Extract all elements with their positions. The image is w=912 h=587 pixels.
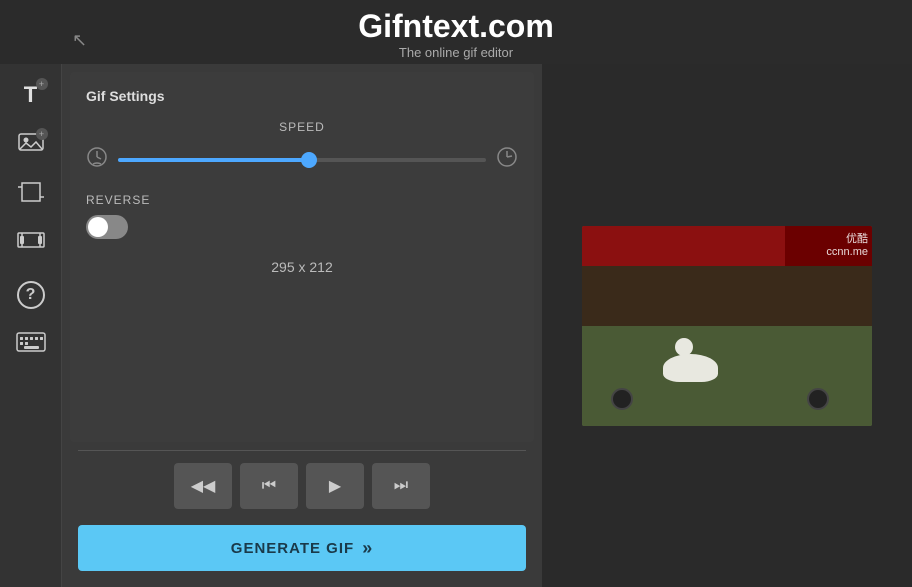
add-badge: + (36, 78, 48, 90)
text-icon: T (24, 82, 37, 108)
sidebar-item-trim[interactable] (8, 222, 54, 268)
center-panel: Gif Settings SPEED (62, 64, 542, 587)
site-title: Gifntext.com (0, 8, 912, 45)
play-icon: ▶ (329, 476, 341, 496)
generate-gif-label: GENERATE GIF (231, 540, 354, 557)
speed-slider[interactable] (118, 158, 486, 162)
gif-settings-panel: Gif Settings SPEED (70, 72, 534, 442)
main-layout: T + + (0, 64, 912, 587)
generate-gif-button[interactable]: GENERATE GIF » (78, 525, 526, 571)
keyboard-icon (16, 332, 46, 358)
reverse-label: REVERSE (86, 193, 518, 207)
speed-section: SPEED (86, 120, 518, 173)
gif-canvas: 优酷 ccnn.me (582, 226, 872, 426)
toggle-thumb (88, 217, 108, 237)
header: Gifntext.com The online gif editor (0, 0, 912, 64)
rewind-icon: ◀◀ (191, 476, 216, 496)
watermark-line1: 优酷 (826, 230, 868, 246)
speed-control (86, 146, 518, 173)
sidebar-item-crop[interactable] (8, 172, 54, 218)
speed-fast-icon (496, 146, 518, 173)
speed-label: SPEED (86, 120, 518, 134)
trim-icon (17, 229, 45, 261)
play-button[interactable]: ▶ (306, 463, 364, 509)
crop-icon (18, 179, 44, 211)
prev-frame-icon: ⏮ (262, 477, 276, 495)
gif-preview: 优酷 ccnn.me (582, 226, 872, 426)
cursor-icon: ↖ (72, 30, 87, 51)
next-frame-icon: ⏭ (394, 477, 408, 495)
watermark-line2: ccnn.me (826, 246, 868, 258)
next-frame-button[interactable]: ⏭ (372, 463, 430, 509)
prev-frame-button[interactable]: ⏮ (240, 463, 298, 509)
generate-section: GENERATE GIF » (62, 517, 542, 587)
sidebar-item-help[interactable]: ? (8, 272, 54, 318)
gif-settings-title: Gif Settings (86, 88, 518, 104)
add-image-badge: + (36, 128, 48, 140)
generate-gif-chevron: » (362, 538, 373, 559)
sidebar-item-add-text[interactable]: T + (8, 72, 54, 118)
sidebar: T + + (0, 64, 62, 587)
sidebar-item-add-image[interactable]: + (8, 122, 54, 168)
gif-dimensions: 295 x 212 (86, 259, 518, 275)
preview-panel: 优酷 ccnn.me (542, 64, 912, 587)
playback-controls: ◀◀ ⏮ ▶ ⏭ (62, 451, 542, 517)
site-subtitle: The online gif editor (0, 45, 912, 60)
reverse-section: REVERSE (86, 193, 518, 239)
sidebar-item-keyboard[interactable] (8, 322, 54, 368)
rewind-button[interactable]: ◀◀ (174, 463, 232, 509)
watermark: 优酷 ccnn.me (826, 230, 868, 258)
help-icon: ? (17, 281, 45, 309)
reverse-toggle[interactable] (86, 215, 128, 239)
speed-slow-icon (86, 146, 108, 173)
